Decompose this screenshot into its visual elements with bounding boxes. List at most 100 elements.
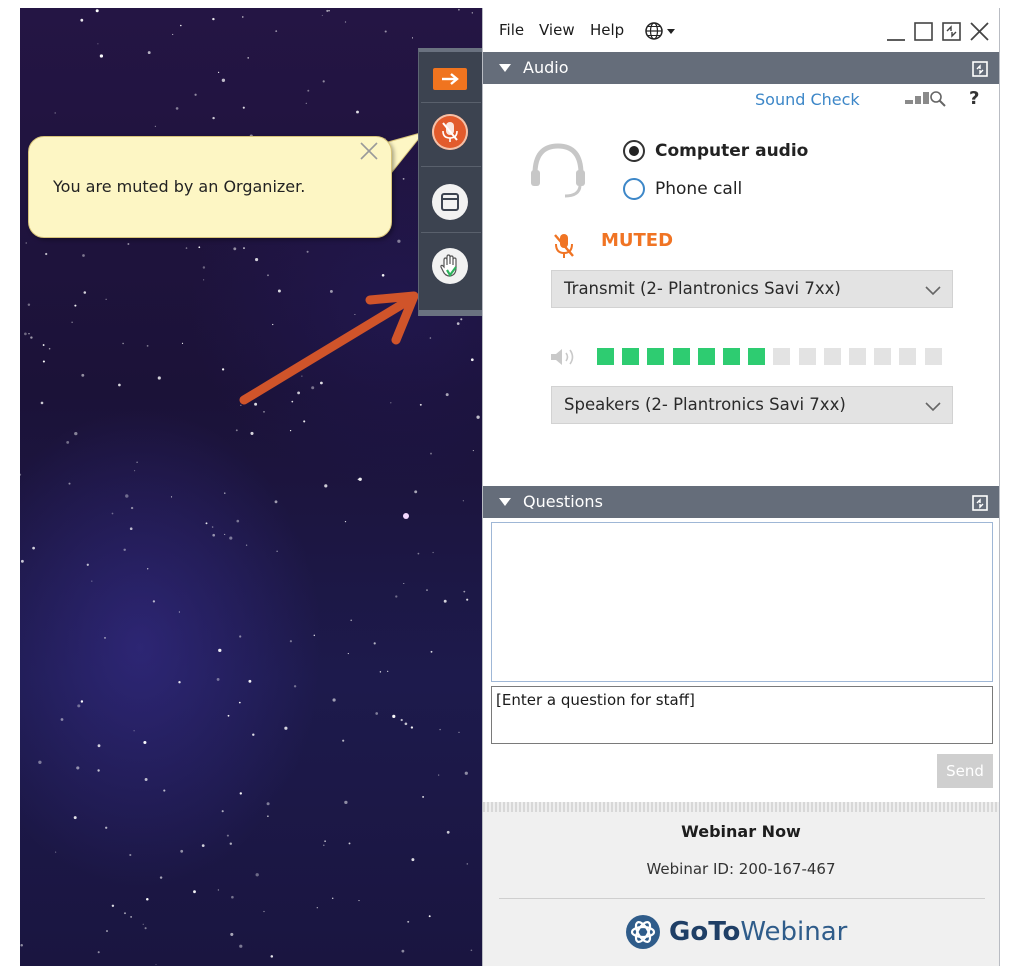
star	[91, 580, 93, 582]
star	[305, 102, 307, 104]
audio-section-header[interactable]: Audio	[483, 52, 999, 84]
menu-file[interactable]: File	[499, 21, 524, 39]
questions-section-header[interactable]: Questions	[483, 486, 999, 518]
star	[471, 12, 473, 14]
star	[99, 54, 104, 58]
star	[216, 677, 220, 681]
star	[274, 500, 278, 504]
star	[426, 589, 428, 591]
star	[470, 949, 473, 952]
star	[136, 461, 138, 463]
star	[464, 771, 468, 775]
star	[276, 550, 278, 552]
star	[458, 731, 460, 734]
radio-button-checked[interactable]	[623, 140, 645, 162]
star	[456, 322, 460, 325]
panel-resize-handle[interactable]	[483, 802, 999, 812]
star	[239, 792, 242, 795]
star	[407, 920, 410, 923]
star	[432, 551, 434, 554]
star	[130, 916, 132, 918]
star	[32, 546, 35, 550]
star	[402, 177, 405, 180]
star	[247, 57, 250, 59]
questions-log[interactable]	[491, 522, 993, 682]
star	[111, 512, 114, 515]
send-button[interactable]: Send	[937, 754, 993, 788]
radio-button[interactable]	[623, 178, 645, 200]
close-icon[interactable]	[357, 139, 381, 163]
star	[76, 766, 80, 770]
unmute-button[interactable]	[427, 110, 473, 154]
star	[414, 490, 418, 494]
star	[157, 376, 161, 380]
volume-bar	[849, 348, 866, 365]
speakers-device-select[interactable]: Speakers (2- Plantronics Savi 7xx)	[551, 386, 953, 424]
collapse-triangle-icon	[499, 498, 511, 506]
phone-call-option[interactable]: Phone call	[623, 178, 742, 200]
star	[430, 452, 432, 455]
star	[80, 700, 84, 703]
star	[248, 679, 252, 683]
footer-divider	[499, 898, 985, 899]
star	[410, 726, 414, 729]
popout-icon[interactable]	[971, 60, 989, 78]
screen-viewer-button[interactable]	[427, 180, 473, 224]
star	[400, 718, 403, 722]
gotowebinar-logo: GoTo Webinar	[623, 912, 847, 952]
computer-audio-option[interactable]: Computer audio	[623, 140, 808, 162]
transmit-device-select[interactable]: Transmit (2- Plantronics Savi 7xx)	[551, 270, 953, 308]
star	[348, 842, 351, 845]
star	[229, 842, 232, 845]
star	[122, 342, 124, 345]
star	[387, 670, 389, 673]
phone-call-label: Phone call	[655, 179, 743, 199]
window-controls[interactable]	[885, 18, 995, 44]
star	[82, 254, 85, 257]
help-icon[interactable]: ?	[969, 88, 979, 109]
star	[27, 303, 31, 307]
star	[146, 897, 149, 901]
star	[20, 559, 24, 563]
star	[347, 653, 349, 655]
webinar-title: Webinar Now	[681, 822, 801, 841]
menu-help[interactable]: Help	[590, 21, 624, 39]
star	[97, 43, 99, 45]
volume-bar	[723, 348, 740, 365]
star	[239, 944, 243, 948]
star	[20, 944, 23, 947]
volume-bar	[697, 348, 715, 365]
transmit-device-value: Transmit (2- Plantronics Savi 7xx)	[564, 279, 841, 298]
sound-check-link[interactable]: Sound Check	[755, 90, 860, 109]
star	[180, 849, 184, 853]
star	[460, 318, 463, 321]
globe-icon[interactable]	[643, 20, 683, 42]
star	[411, 37, 414, 39]
popout-icon[interactable]	[971, 494, 989, 512]
star	[252, 733, 255, 736]
star	[175, 107, 179, 110]
star	[203, 279, 205, 281]
star	[470, 358, 474, 362]
chevron-down-icon	[925, 286, 941, 296]
star	[403, 582, 405, 585]
star	[178, 681, 181, 684]
star	[263, 910, 265, 913]
menu-bar: File View Help	[483, 8, 999, 52]
volume-bar	[823, 348, 841, 365]
volume-bar	[597, 348, 614, 365]
raise-hand-button[interactable]	[427, 244, 473, 288]
star	[144, 778, 148, 781]
menu-view[interactable]: View	[539, 21, 575, 39]
question-input[interactable]: [Enter a question for staff]	[491, 686, 993, 744]
star	[154, 125, 157, 128]
star	[130, 506, 134, 510]
signal-strength-icon[interactable]	[903, 88, 951, 110]
star	[221, 810, 224, 813]
tooltip-message: You are muted by an Organizer.	[53, 177, 306, 196]
star	[193, 890, 196, 894]
expand-panel-button[interactable]	[427, 64, 473, 94]
star	[438, 774, 440, 776]
star	[179, 24, 182, 27]
star	[404, 722, 408, 726]
